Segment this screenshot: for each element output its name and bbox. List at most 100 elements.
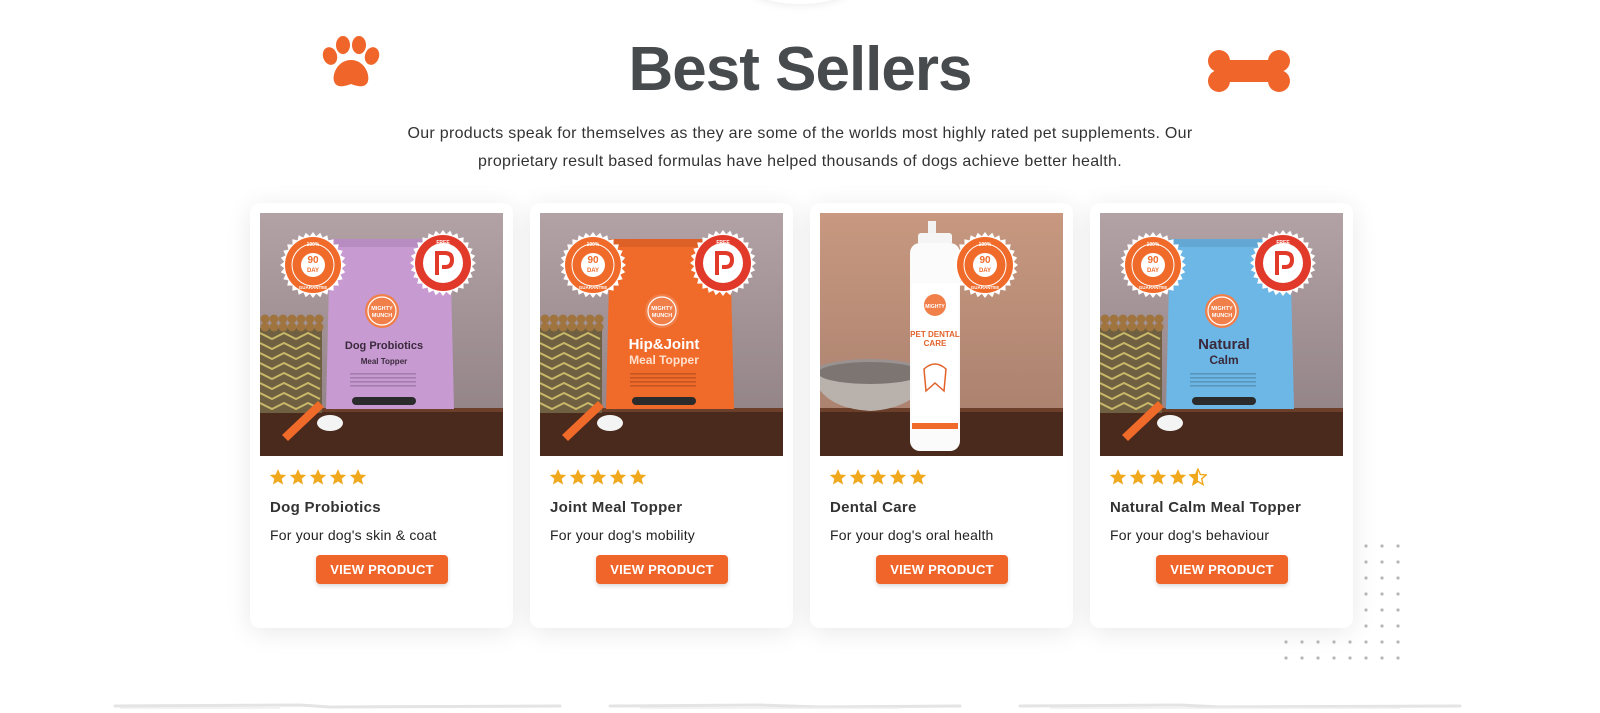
product-description: For your dog's skin & coat <box>270 527 437 543</box>
decoration-dot <box>1380 640 1384 644</box>
dot-pattern-decoration <box>1284 544 1400 660</box>
svg-text:CARE: CARE <box>924 339 947 348</box>
decoration-dot <box>1396 608 1400 612</box>
decoration-dot <box>1380 608 1384 612</box>
decoration-dot <box>1364 624 1368 628</box>
star-full-icon <box>289 469 307 485</box>
decoration-dot <box>1348 640 1352 644</box>
star-full-icon <box>629 469 647 485</box>
star-half-icon <box>1189 468 1207 486</box>
decoration-dot <box>1300 656 1304 660</box>
decoration-dot <box>1332 640 1336 644</box>
decoration-dot <box>1396 576 1400 580</box>
decoration-dot <box>1396 640 1400 644</box>
decoration-dot <box>1300 640 1304 644</box>
svg-text:GUARANTEE: GUARANTEE <box>299 285 328 290</box>
svg-text:Meal Topper: Meal Topper <box>361 357 408 366</box>
star-full-icon <box>609 469 627 485</box>
decoration-dot <box>1380 560 1384 564</box>
svg-text:DAY: DAY <box>307 268 319 274</box>
section-title: Best Sellers <box>628 35 973 104</box>
decoration-dot <box>1380 656 1384 660</box>
product-card[interactable]: MIGHTY MUNCH Hip&Joint Meal Topper 90 DAY 100%… <box>530 203 793 628</box>
svg-text:Meal Topper: Meal Topper <box>629 353 699 367</box>
star-full-icon <box>1109 469 1127 485</box>
decoration-dot <box>1364 608 1368 612</box>
star-rating <box>829 468 927 488</box>
brush-divider <box>113 703 1462 709</box>
section-subtitle: Our products speak for themselves as the… <box>407 125 1193 170</box>
svg-text:GUARANTEE: GUARANTEE <box>579 285 608 290</box>
star-rating <box>549 468 647 488</box>
decoration-dot <box>1364 544 1368 548</box>
view-product-button[interactable]: VIEW PRODUCT <box>596 555 728 584</box>
view-product-button[interactable]: VIEW PRODUCT <box>1156 555 1288 584</box>
decoration-dot <box>1284 640 1288 644</box>
product-illustration: MIGHTYMUNCH Hip&JointMeal Topper 90 DAY 100%… <box>540 213 783 456</box>
svg-text:GUARANTEE: GUARANTEE <box>1139 285 1168 290</box>
product-illustration: MIGHTYMUNCH NaturalCalm 90 DAY 100% GUARANTEE… <box>1100 213 1343 456</box>
product-illustration: MIGHTY PET DENTALCARE 90 DAY 100% GUARANTEE <box>820 213 1063 456</box>
decoration-dot <box>1364 592 1368 596</box>
product-name[interactable]: Dog Probiotics <box>270 499 381 516</box>
decoration-dot <box>1380 576 1384 580</box>
view-product-button[interactable]: VIEW PRODUCT <box>316 555 448 584</box>
view-product-button[interactable]: VIEW PRODUCT <box>876 555 1008 584</box>
svg-text:90: 90 <box>979 255 991 266</box>
product-name[interactable]: Joint Meal Topper <box>550 499 682 516</box>
svg-text:PET DENTAL: PET DENTAL <box>910 330 960 339</box>
svg-text:MUNCH: MUNCH <box>652 313 672 319</box>
star-full-icon <box>309 469 327 485</box>
product-image[interactable]: MIGHTY MUNCH Hip&Joint Meal Topper 90 DAY 100%… <box>540 213 783 456</box>
product-description: For your dog's behaviour <box>1110 527 1270 543</box>
product-image[interactable]: MIGHTY MUNCH Natural Calm 90 DAY 100% GUARANTEE… <box>1100 213 1343 456</box>
star-full-icon <box>1149 469 1167 485</box>
decoration-dot <box>1396 656 1400 660</box>
decoration-dot <box>1284 656 1288 660</box>
star-full-icon <box>909 469 927 485</box>
svg-text:FREE: FREE <box>436 240 450 246</box>
svg-text:DAY: DAY <box>587 268 599 274</box>
star-full-icon <box>829 469 847 485</box>
svg-text:MIGHTY: MIGHTY <box>1211 306 1233 312</box>
product-description: For your dog's oral health <box>830 527 994 543</box>
product-name[interactable]: Natural Calm Meal Topper <box>1110 499 1301 516</box>
decoration-dot <box>1316 640 1320 644</box>
svg-text:MIGHTY: MIGHTY <box>651 306 673 312</box>
decoration-dot <box>1332 656 1336 660</box>
decoration-dot <box>1380 624 1384 628</box>
svg-text:Calm: Calm <box>1209 353 1238 367</box>
product-image[interactable]: MIGHTY MUNCH Dog Probiotics Meal Topper 90 DA… <box>260 213 503 456</box>
decoration-dot <box>1396 592 1400 596</box>
svg-text:MIGHTY: MIGHTY <box>925 304 945 310</box>
decoration-dot <box>1364 640 1368 644</box>
product-image[interactable]: MIGHTY PET DENTAL CARE 90 DAY 100% GUARANTEE <box>820 213 1063 456</box>
star-full-icon <box>889 469 907 485</box>
svg-text:FREE: FREE <box>1276 240 1290 246</box>
decoration-dot <box>1396 544 1400 548</box>
star-full-icon <box>269 469 287 485</box>
decoration-dot <box>1396 560 1400 564</box>
top-section-divider <box>744 0 856 4</box>
svg-text:MIGHTY: MIGHTY <box>371 306 393 312</box>
product-name[interactable]: Dental Care <box>830 499 917 516</box>
star-full-icon <box>589 469 607 485</box>
decoration-dot <box>1364 656 1368 660</box>
svg-text:90: 90 <box>1147 255 1159 266</box>
star-full-icon <box>849 469 867 485</box>
product-card[interactable]: MIGHTY MUNCH Dog Probiotics Meal Topper 90 DA… <box>250 203 513 628</box>
star-rating <box>1109 468 1207 488</box>
svg-text:DAY: DAY <box>1147 268 1159 274</box>
svg-text:Hip&Joint: Hip&Joint <box>629 336 700 353</box>
svg-text:MUNCH: MUNCH <box>372 313 392 319</box>
decoration-dot <box>1364 576 1368 580</box>
decoration-dot <box>1348 656 1352 660</box>
product-card[interactable]: MIGHTY PET DENTAL CARE 90 DAY 100% GUARANTEE D… <box>810 203 1073 628</box>
svg-text:90: 90 <box>307 255 319 266</box>
star-full-icon <box>869 469 887 485</box>
star-full-icon <box>549 469 567 485</box>
star-full-icon <box>329 469 347 485</box>
star-rating <box>269 468 367 488</box>
decoration-dot <box>1380 592 1384 596</box>
star-full-icon <box>1169 469 1187 485</box>
